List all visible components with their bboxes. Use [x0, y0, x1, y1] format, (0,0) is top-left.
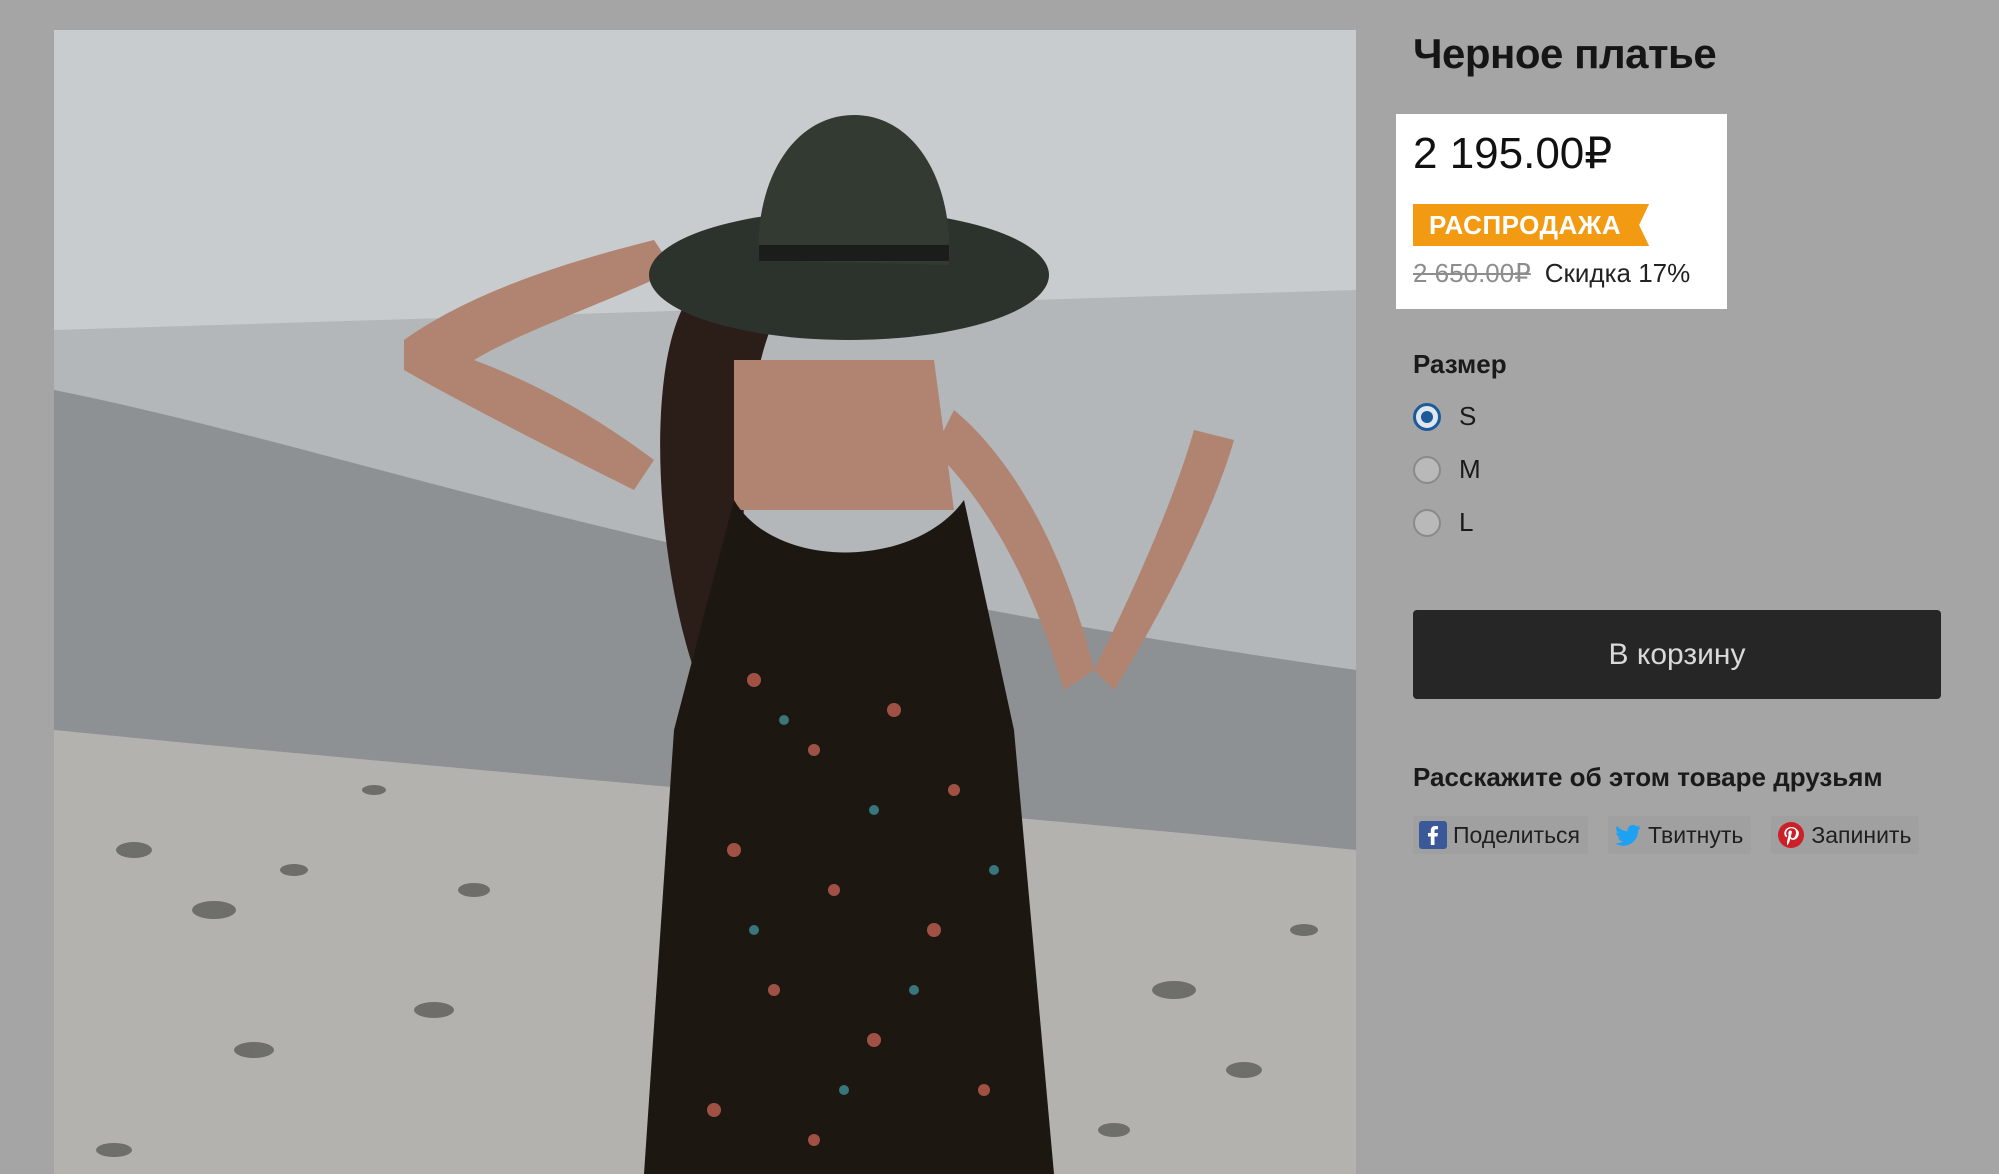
radio-icon[interactable] — [1413, 455, 1441, 484]
share-buttons: Поделиться Твитнуть Запинить — [1413, 816, 1920, 854]
discount-label: Скидка 17% — [1544, 258, 1691, 288]
facebook-share-button[interactable]: Поделиться — [1413, 816, 1589, 854]
beach-model-image — [54, 30, 1356, 1174]
radio-selected-icon[interactable] — [1413, 402, 1441, 431]
size-option-label: S — [1459, 401, 1477, 431]
share-label: Поделиться — [1453, 821, 1581, 848]
old-price-row: 2 650.00₽ Скидка 17% — [1413, 258, 1690, 289]
product-photo — [54, 30, 1356, 1174]
size-option-label: M — [1459, 454, 1481, 484]
current-price: 2 195.00₽ — [1413, 129, 1613, 178]
size-option-m[interactable]: M — [1413, 454, 1481, 485]
price-block: 2 195.00₽ РАСПРОДАЖА 2 650.00₽ Скидка 17% — [1396, 114, 1727, 309]
pinterest-share-button[interactable]: Запинить — [1771, 816, 1920, 854]
radio-icon[interactable] — [1413, 508, 1441, 537]
pinterest-icon — [1777, 821, 1805, 849]
facebook-icon — [1419, 821, 1447, 849]
old-price: 2 650.00₽ — [1413, 258, 1531, 288]
size-label: Размер — [1413, 349, 1507, 379]
twitter-share-button[interactable]: Твитнуть — [1608, 816, 1752, 854]
share-label: Запинить — [1811, 821, 1912, 848]
share-heading: Расскажите об этом товаре друзьям — [1413, 762, 1883, 792]
share-label: Твитнуть — [1648, 821, 1744, 848]
size-option-l[interactable]: L — [1413, 507, 1473, 538]
size-option-label: L — [1459, 507, 1474, 537]
add-to-cart-button[interactable]: В корзину — [1413, 610, 1941, 699]
size-option-s[interactable]: S — [1413, 401, 1476, 432]
sale-badge: РАСПРОДАЖА — [1413, 204, 1649, 246]
product-title: Черное платье — [1413, 30, 1717, 77]
twitter-icon — [1614, 821, 1642, 849]
